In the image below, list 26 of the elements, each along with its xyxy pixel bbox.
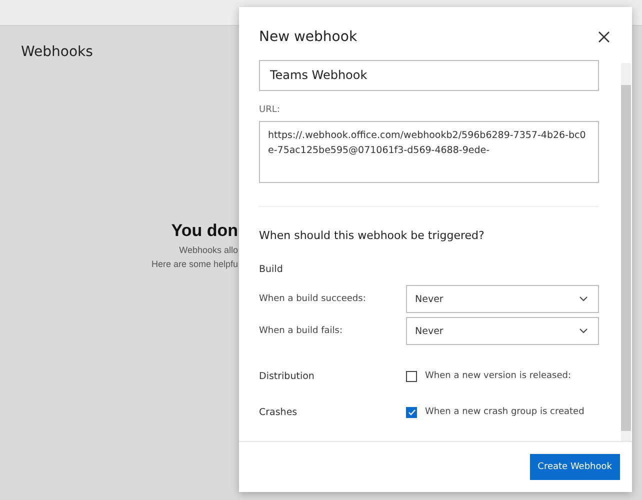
url-label: URL: [259,104,281,115]
name-field[interactable]: Teams Webhook [259,60,599,91]
trigger-label: When a build succeeds: [259,294,367,304]
dropdown[interactable]: Never [406,317,599,345]
dialog-title: New webhook [259,29,358,45]
group-title: Distribution [259,370,316,382]
checkbox-label: When a new version is released: [425,371,571,381]
dropdown[interactable]: Never [406,285,599,313]
chevron-down-icon [579,296,588,302]
chevron-down-icon [579,328,588,334]
checkbox-label: When a new crash group is created [425,407,584,417]
group-title: Crashes [259,406,298,418]
empty-text: Webhooks allo [179,245,238,255]
group-title: Build [259,264,284,275]
url-field[interactable]: https://.webhook.office.com/webhookb2/596b6289-7357-4b26-bc0e-75ac125be595@071061f3-d569-4688-9ede- [259,120,599,184]
section-heading: When should this webhook be triggered? [259,229,486,242]
empty-heading: You don [171,221,238,241]
scrollbar[interactable] [621,63,631,441]
create-button[interactable]: Create Webhook [530,454,620,480]
trigger-label: When a build fails: [259,326,344,336]
page-title: Webhooks [21,44,93,60]
checkbox[interactable] [406,406,417,418]
empty-text: Here are some helpfu [151,259,238,269]
close-button[interactable] [596,29,612,45]
checkbox[interactable] [406,370,417,382]
close-icon [596,29,612,45]
